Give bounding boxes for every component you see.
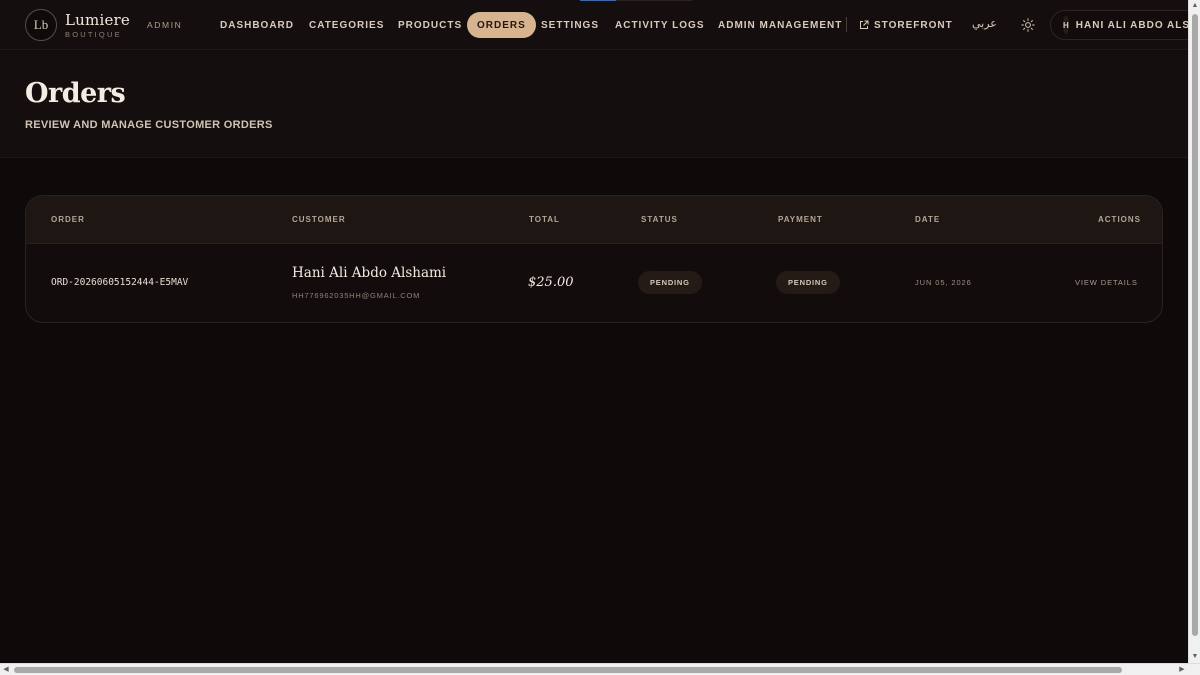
- nav-categories[interactable]: CATEGORIES: [309, 0, 384, 50]
- column-header-total: TOTAL: [529, 215, 560, 224]
- nav-dashboard[interactable]: DASHBOARD: [220, 0, 294, 50]
- order-date: JUN 05, 2026: [915, 278, 972, 287]
- sun-icon[interactable]: [1020, 17, 1036, 33]
- horizontal-scrollbar-thumb[interactable]: [14, 667, 1122, 673]
- brand-name[interactable]: Lumiere: [65, 11, 130, 29]
- horizontal-scrollbar[interactable]: ◀ ▶: [0, 663, 1200, 675]
- scroll-up-icon[interactable]: ▲: [1189, 0, 1200, 12]
- vertical-scrollbar-thumb[interactable]: [1192, 14, 1198, 636]
- column-header-payment: PAYMENT: [778, 215, 823, 224]
- page-subtitle: REVIEW AND MANAGE CUSTOMER ORDERS: [25, 119, 273, 131]
- storefront-label: STOREFRONT: [874, 19, 953, 31]
- order-id: ORD-20260605152444-E5MAV: [51, 277, 189, 288]
- table-row[interactable]: ORD-20260605152444-E5MAV Hani Ali Abdo A…: [26, 244, 1162, 322]
- scroll-left-icon[interactable]: ◀: [0, 664, 12, 675]
- status-badge: PENDING: [638, 271, 702, 294]
- nav-storefront[interactable]: STOREFRONT: [859, 0, 953, 50]
- page-title: Orders: [25, 78, 126, 109]
- payment-badge: PENDING: [776, 271, 840, 294]
- language-toggle[interactable]: عربي: [972, 17, 997, 30]
- view-details-link[interactable]: VIEW DETAILS: [1075, 278, 1138, 287]
- nav-products[interactable]: PRODUCTS: [398, 0, 462, 50]
- brand-subtitle: BOUTIQUE: [65, 30, 122, 39]
- avatar: H: [1063, 16, 1069, 34]
- order-total: $25.00: [528, 275, 574, 290]
- column-header-actions: ACTIONS: [1098, 215, 1141, 224]
- orders-table: ORDER CUSTOMER TOTAL STATUS PAYMENT DATE…: [25, 195, 1163, 323]
- column-header-status: STATUS: [641, 215, 678, 224]
- table-header: ORDER CUSTOMER TOTAL STATUS PAYMENT DATE…: [26, 196, 1162, 244]
- page-header: Orders REVIEW AND MANAGE CUSTOMER ORDERS: [0, 51, 1188, 158]
- nav-orders[interactable]: ORDERS: [467, 12, 536, 38]
- admin-tag: ADMIN: [147, 20, 183, 30]
- user-menu[interactable]: H HANI ALI ABDO ALSHAMI: [1050, 10, 1200, 40]
- user-name: HANI ALI ABDO ALSHAMI: [1075, 19, 1200, 31]
- scroll-down-icon[interactable]: ▼: [1189, 651, 1200, 663]
- nav-divider: [846, 17, 847, 32]
- top-navigation-bar: Lb Lumiere BOUTIQUE ADMIN DASHBOARD CATE…: [0, 0, 1200, 50]
- customer-name: Hani Ali Abdo Alshami: [292, 265, 447, 281]
- nav-settings[interactable]: SETTINGS: [541, 0, 599, 50]
- column-header-date: DATE: [915, 215, 941, 224]
- column-header-customer: CUSTOMER: [292, 215, 346, 224]
- external-link-icon: [860, 20, 869, 29]
- brand-logo[interactable]: Lb: [25, 9, 57, 41]
- scroll-right-icon[interactable]: ▶: [1176, 664, 1188, 675]
- customer-email: HH776962035HH@GMAIL.COM: [292, 291, 421, 300]
- column-header-order: ORDER: [51, 215, 85, 224]
- nav-admin-management[interactable]: ADMIN MANAGEMENT: [718, 0, 842, 50]
- nav-activity-logs[interactable]: ACTIVITY LOGS: [615, 0, 705, 50]
- vertical-scrollbar[interactable]: ▲ ▼: [1188, 0, 1200, 663]
